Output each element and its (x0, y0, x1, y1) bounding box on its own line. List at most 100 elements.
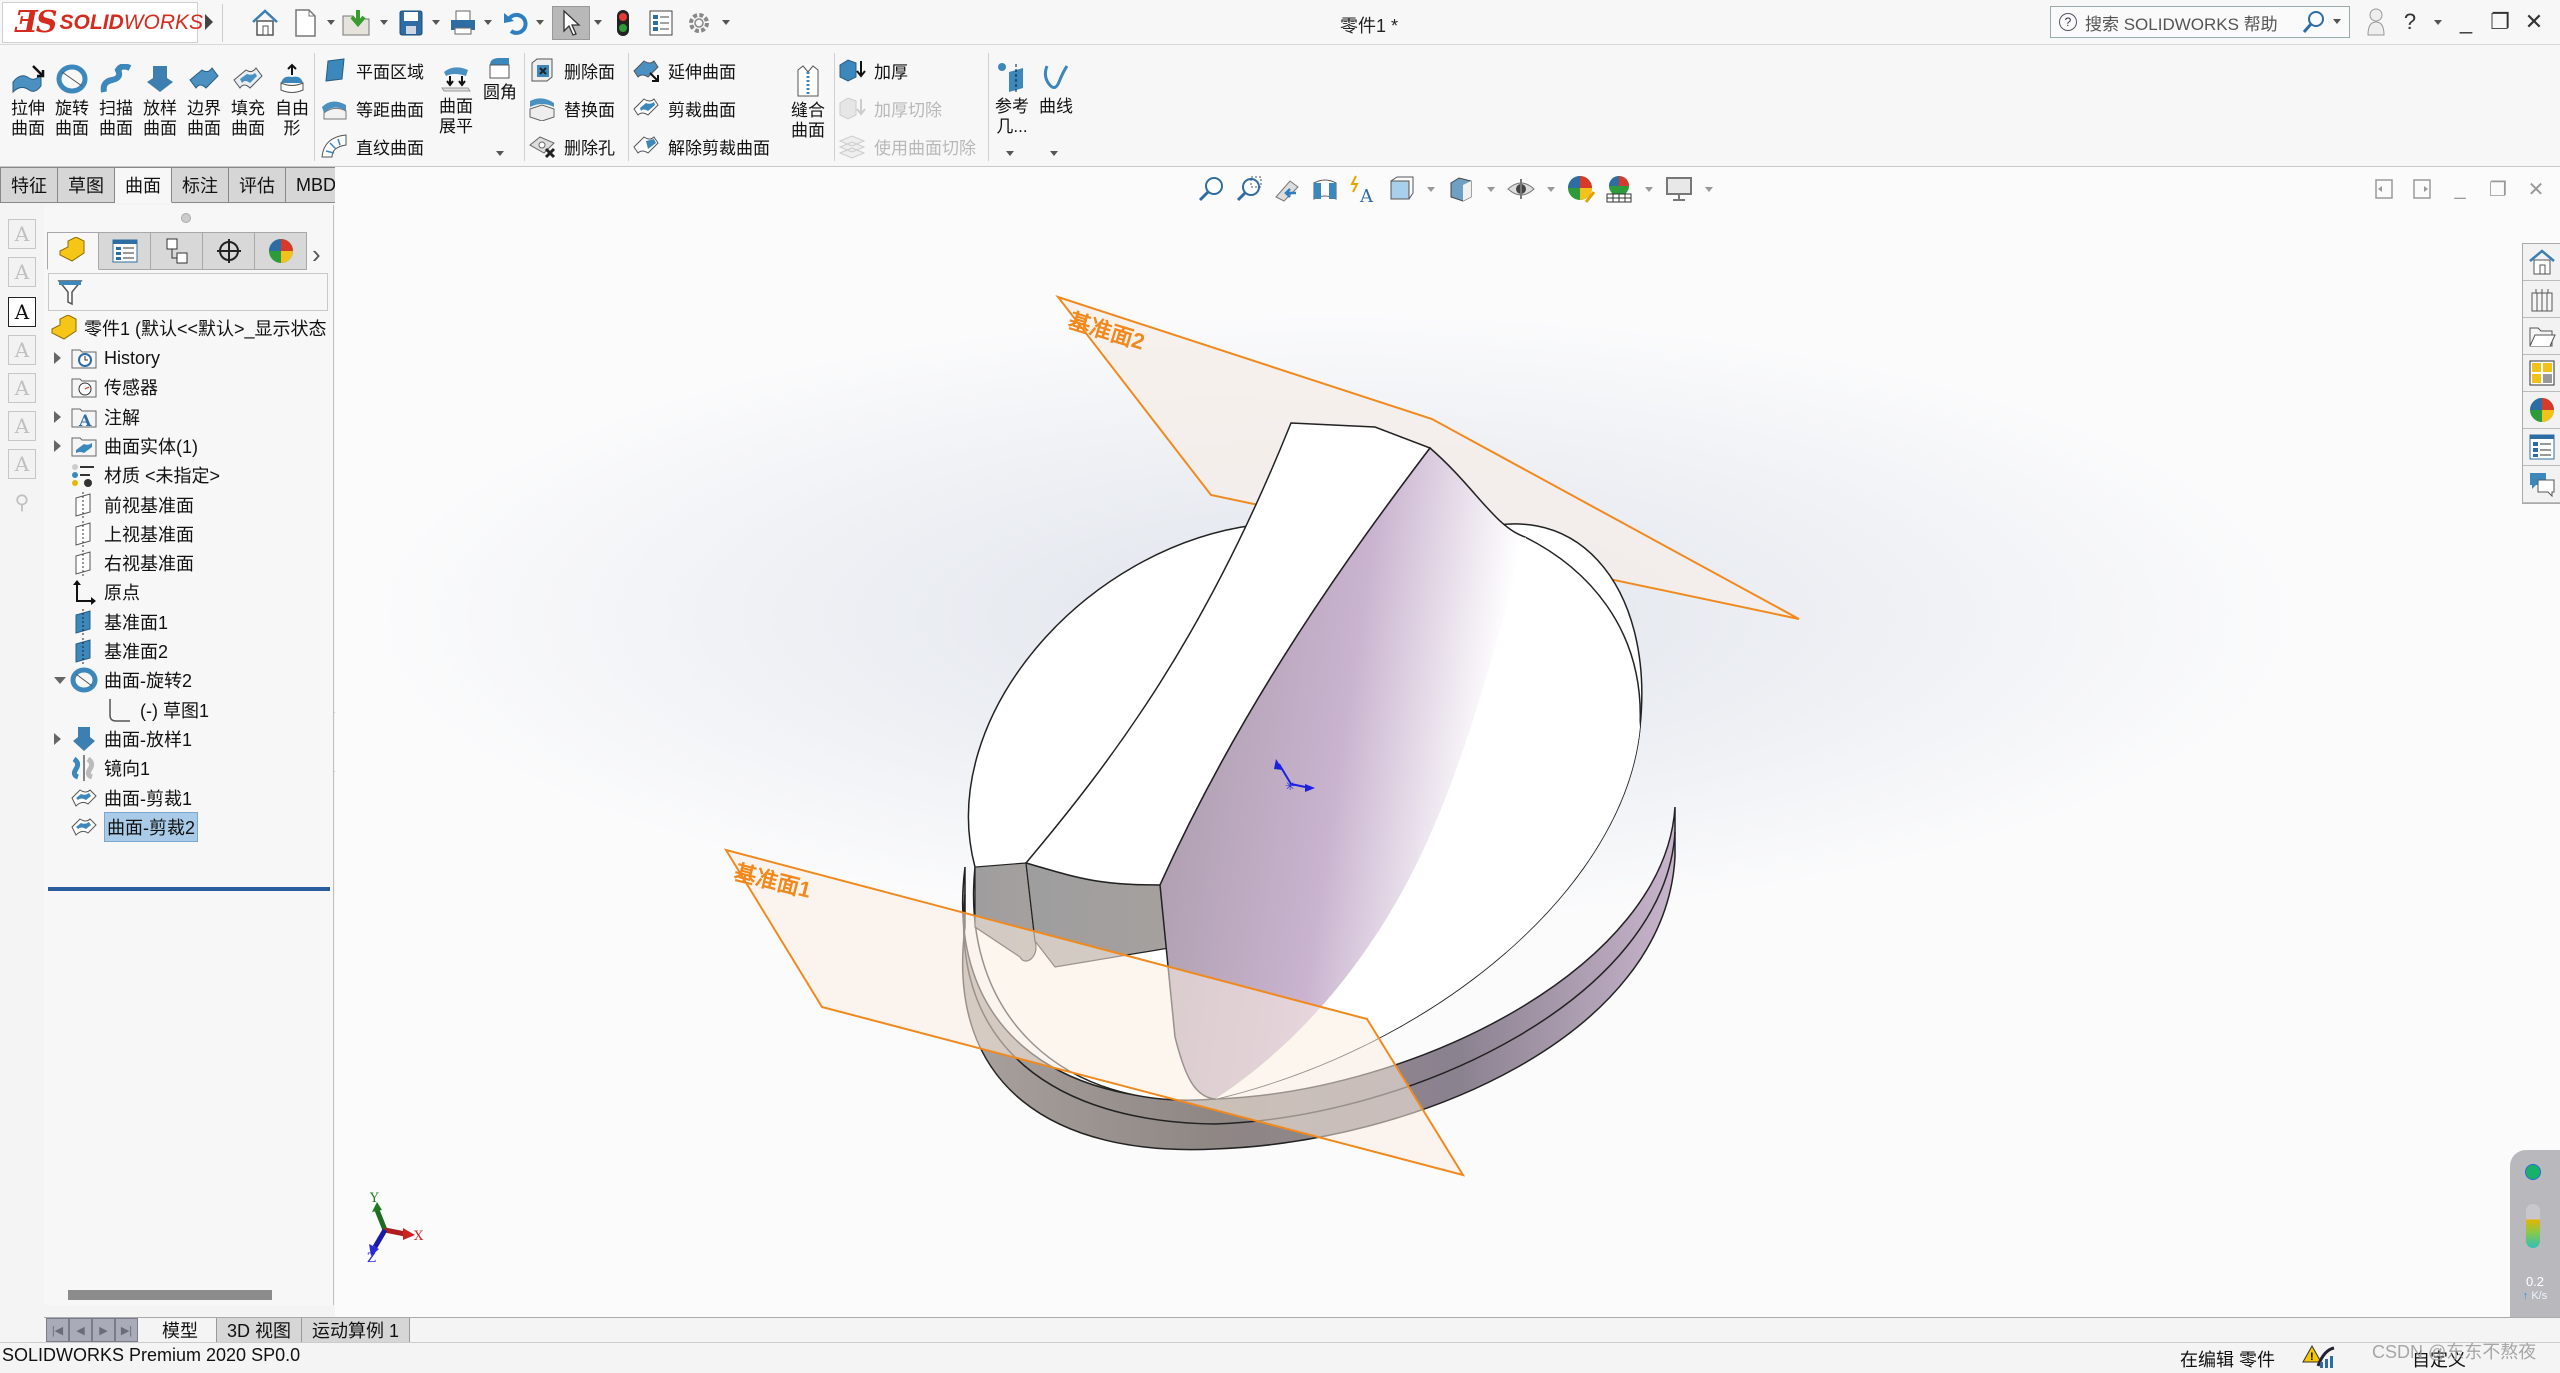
open-dropdown-icon[interactable] (380, 20, 388, 25)
tab-1[interactable]: 草图 (58, 167, 115, 203)
propertymanager-tab[interactable] (99, 232, 151, 270)
planar-surface-button[interactable]: 平面区域 (320, 53, 424, 87)
featuremanager-tab[interactable] (47, 232, 99, 270)
rebuild-button[interactable] (606, 6, 640, 40)
tree-item[interactable]: 上视基准面 (70, 519, 194, 549)
lofted-surface-button[interactable]: 放样 曲面 (138, 61, 182, 139)
ruled-surface-button[interactable]: 直纹曲面 (320, 129, 424, 163)
options-button[interactable] (682, 6, 716, 40)
curves-button[interactable]: 曲线 (1034, 59, 1078, 117)
rebuild-warning-button[interactable]: ! (2302, 1344, 2336, 1373)
trim-surface-button[interactable]: 剪裁曲面 (632, 91, 736, 125)
tree-item[interactable]: 基准面1 (70, 607, 168, 637)
rollback-bar[interactable] (48, 887, 330, 891)
link-annotation-icon[interactable]: ⚲ (8, 487, 36, 517)
delete-hole-button[interactable]: 删除孔 (528, 129, 615, 163)
select-dropdown-icon[interactable] (594, 20, 602, 25)
extruded-surface-button[interactable]: 拉伸 曲面 (6, 61, 50, 139)
bottom-tab-0[interactable]: 模型 (144, 1318, 217, 1343)
fillet-dropdown-icon[interactable] (496, 151, 504, 156)
print-button[interactable] (446, 6, 480, 40)
displaymanager-tab[interactable] (255, 232, 307, 270)
undo-dropdown-icon[interactable] (536, 20, 544, 25)
tree-filter-input[interactable] (48, 273, 328, 311)
zoom-to-area-button[interactable] (1233, 173, 1265, 205)
bottom-tab-1[interactable]: 3D 视图 (217, 1318, 303, 1343)
section-view-button[interactable] (1309, 173, 1341, 205)
tree-item[interactable]: (-) 草图1 (106, 695, 209, 725)
tab-4[interactable]: 评估 (229, 167, 286, 203)
expand-twisty-icon[interactable] (54, 732, 61, 745)
thicken-button[interactable]: 加厚 (838, 53, 908, 87)
tree-item[interactable]: 曲面实体(1) (54, 431, 198, 461)
view-settings-dropdown-icon[interactable] (1705, 186, 1713, 192)
solidworks-logo[interactable]: ƎS SOLIDWORKS (2, 2, 203, 43)
hide-show-items-button[interactable] (1505, 173, 1537, 205)
viewport-close-button[interactable]: ✕ (2522, 175, 2550, 203)
collapse-twisty-icon[interactable] (54, 677, 66, 685)
cut-with-surface-button[interactable]: 使用曲面切除 (838, 129, 976, 163)
tree-item[interactable]: 原点 (70, 577, 140, 607)
edit-appearance-button[interactable] (1565, 173, 1597, 205)
tree-item[interactable]: 前视基准面 (70, 490, 194, 520)
annotation-frame-icon[interactable]: A (8, 449, 36, 479)
panel-grip-handle[interactable] (181, 213, 191, 223)
tree-item[interactable]: 曲面-剪裁1 (70, 783, 192, 813)
reference-geometry-button[interactable]: 参考 几... (990, 59, 1034, 137)
edit-annotation-icon[interactable]: A (8, 257, 36, 287)
expand-twisty-icon[interactable] (54, 352, 61, 364)
smart-annotation-icon[interactable]: A (8, 219, 36, 249)
task-pane-appearances-tab[interactable] (2523, 392, 2560, 429)
tab-2[interactable]: 曲面 (115, 167, 172, 203)
save-dropdown-icon[interactable] (432, 20, 440, 25)
file-properties-button[interactable] (644, 6, 678, 40)
delete-face-button[interactable]: 删除面 (528, 53, 615, 87)
next-tab-button[interactable]: ▶ (92, 1318, 115, 1342)
expand-twisty-icon[interactable] (54, 439, 61, 452)
more-tabs-chevron-icon[interactable]: › (312, 239, 321, 270)
task-pane-file-explorer-tab[interactable] (2523, 318, 2560, 355)
print-dropdown-icon[interactable] (484, 20, 492, 25)
extend-surface-button[interactable]: 延伸曲面 (632, 53, 736, 87)
tree-item[interactable]: 基准面2 (70, 636, 168, 666)
task-pane-view-palette-tab[interactable] (2523, 355, 2560, 392)
zoom-to-fit-button[interactable] (1195, 173, 1227, 205)
task-pane-forum-tab[interactable] (2523, 466, 2560, 503)
search-dropdown-icon[interactable] (2333, 19, 2341, 24)
new-dropdown-icon[interactable] (327, 20, 335, 25)
tab-3[interactable]: 标注 (172, 167, 229, 203)
tree-item[interactable]: 材质 <未指定> (70, 460, 220, 490)
viewport-split-right-button[interactable] (2408, 175, 2436, 203)
task-pane-design-library-tab[interactable] (2523, 281, 2560, 318)
reference-geometry-dropdown-icon[interactable] (1006, 151, 1014, 156)
display-style-button[interactable] (1445, 173, 1477, 205)
tree-horizontal-scrollbar[interactable] (68, 1290, 272, 1300)
tab-0[interactable]: 特征 (0, 167, 58, 203)
last-tab-button[interactable]: ▶| (115, 1318, 138, 1342)
undo-button[interactable] (498, 6, 532, 40)
tree-root-part[interactable]: 零件1 (默认<<默认>_显示状态 (50, 313, 327, 343)
search-icon[interactable] (2301, 9, 2327, 35)
apply-scene-button[interactable] (1603, 173, 1635, 205)
first-tab-button[interactable]: |◀ (46, 1318, 69, 1342)
network-speed-widget[interactable]: 0.2 ↑ K/s 32.4 (2510, 1150, 2560, 1340)
expand-twisty-icon[interactable] (54, 410, 61, 423)
view-settings-button[interactable] (1663, 173, 1695, 205)
view-orientation-dropdown-icon[interactable] (1427, 186, 1435, 192)
revolved-surface-button[interactable]: 旋转 曲面 (50, 61, 94, 139)
task-pane-resources-tab[interactable] (2523, 244, 2560, 281)
help-search-input[interactable]: ? 搜索 SOLIDWORKS 帮助 (2050, 6, 2350, 38)
boundary-surface-button[interactable]: 边界 曲面 (182, 61, 226, 139)
tree-item[interactable]: 右视基准面 (70, 548, 194, 578)
swept-surface-button[interactable]: 扫描 曲面 (94, 61, 138, 139)
tree-item[interactable]: 曲面-旋转2 (54, 665, 192, 695)
apply-scene-dropdown-icon[interactable] (1645, 186, 1653, 192)
fillet-button[interactable]: 圆角 (478, 55, 522, 103)
new-document-button[interactable] (288, 6, 322, 40)
tree-item[interactable]: 镜向1 (70, 753, 150, 783)
configurationmanager-tab[interactable] (151, 232, 203, 270)
offset-surface-button[interactable]: 等距曲面 (320, 91, 424, 125)
freeform-button[interactable]: 自由形 (270, 61, 314, 139)
previous-tab-button[interactable]: ◀ (69, 1318, 92, 1342)
hide-show-dropdown-icon[interactable] (1547, 186, 1555, 192)
